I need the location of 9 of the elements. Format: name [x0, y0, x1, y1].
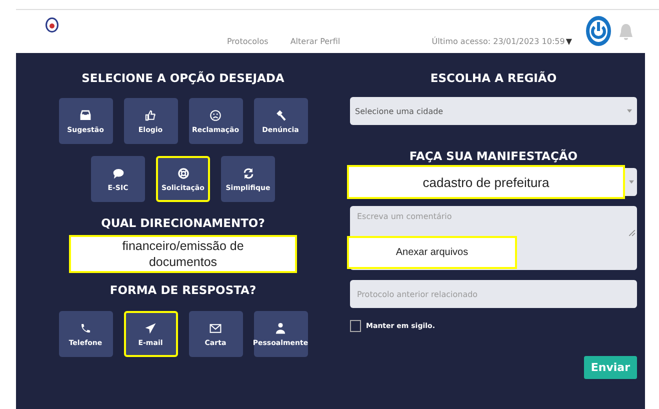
section-title: ESCOLHA A REGIÃO	[429, 71, 558, 85]
annotation-tooltip: Anexar arquivos	[347, 236, 517, 269]
section-title: FORMA DE RESPOSTA?	[110, 283, 256, 297]
annotation-box: financeiro/emissão de documentos	[69, 235, 297, 273]
last-access-text: Último acesso: 23/01/2023 10:59	[432, 37, 565, 46]
section-title: SELECIONE A OPÇÃO DESEJADA	[82, 71, 284, 85]
section-title: QUAL DIRECIONAMENTO?	[101, 216, 265, 230]
section-title: FAÇA SUA MANIFESTAÇÃO	[408, 149, 579, 163]
annotation-box: cadastro de prefeitura	[347, 165, 625, 199]
